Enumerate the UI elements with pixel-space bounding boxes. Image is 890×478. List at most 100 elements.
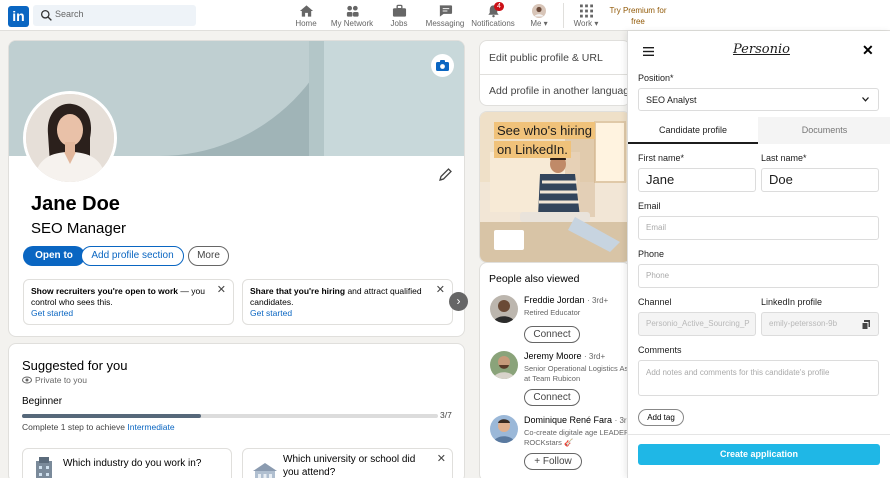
top-nav: in Search Home My Network Jobs Messaging… <box>0 0 890 31</box>
person-name[interactable]: Freddie Jordan · 3rd+ <box>524 295 608 305</box>
more-button[interactable]: More <box>188 246 229 266</box>
hiring-card: Share that you're hiring and attract qua… <box>242 279 453 325</box>
divider <box>628 434 890 435</box>
nav-divider <box>563 3 564 28</box>
profile-photo-image <box>26 94 114 182</box>
person-avatar[interactable] <box>490 295 518 323</box>
avatar <box>532 4 546 18</box>
personio-extension-panel: Personio ✕ Position* SEO Analyst Candida… <box>627 31 890 478</box>
phone-field[interactable]: Phone <box>638 264 879 288</box>
channel-label: Channel <box>638 297 672 307</box>
level-label: Beginner <box>22 396 63 407</box>
profile-card: Jane Doe SEO Manager Open to Add profile… <box>8 40 465 337</box>
progress-hint: Complete 1 step to achieve Intermediate <box>22 422 175 432</box>
connect-button[interactable]: Connect <box>524 389 580 406</box>
edit-intro-icon[interactable] <box>437 167 453 183</box>
privacy-label: Private to you <box>35 375 87 385</box>
close-panel-icon[interactable]: ✕ <box>862 42 874 59</box>
linkedin-logo-icon[interactable]: in <box>8 6 29 27</box>
school-icon <box>253 463 277 478</box>
linkedin-profile-field: emily-petersson-9b <box>761 312 879 336</box>
connection-degree: · 3rd+ <box>587 296 609 305</box>
open-to-work-text: Show recruiters you're open to work <box>31 286 179 296</box>
copy-icon[interactable] <box>862 320 870 330</box>
open-to-work-card: Show recruiters you're open to work — yo… <box>23 279 234 325</box>
industry-question: Which industry do you work in? <box>63 458 202 469</box>
open-to-button[interactable]: Open to <box>23 246 85 266</box>
position-value: SEO Analyst <box>646 95 697 105</box>
nav-jobs-label: Jobs <box>390 19 408 28</box>
person-name-text: Jeremy Moore <box>524 351 582 361</box>
close-icon[interactable]: ✕ <box>436 285 445 296</box>
nav-me[interactable]: Me ▾ <box>526 2 552 30</box>
close-icon[interactable]: ✕ <box>217 285 226 296</box>
nav-notifications[interactable]: 4 Notifications <box>470 2 516 30</box>
suggested-title: Suggested for you <box>22 358 128 373</box>
ad-headline-line2: on LinkedIn. <box>494 141 571 158</box>
first-name-label: First name* <box>638 153 685 163</box>
search-placeholder: Search <box>55 9 84 19</box>
person-name[interactable]: Jeremy Moore · 3rd+ <box>524 351 605 361</box>
person-avatar[interactable] <box>490 415 518 443</box>
add-tag-button[interactable]: Add tag <box>638 409 684 426</box>
progress-count: 3/7 <box>440 410 452 420</box>
nav-work-label: Work ▾ <box>573 19 599 28</box>
nav-my-network[interactable]: My Network <box>330 2 374 30</box>
personio-logo: Personio <box>733 42 790 57</box>
eye-icon <box>22 376 32 384</box>
panel-tabs: Candidate profile Documents <box>628 117 890 144</box>
position-label: Position* <box>638 73 674 83</box>
edit-public-profile-link[interactable]: Edit public profile & URL <box>489 52 603 64</box>
person-avatar[interactable] <box>490 351 518 379</box>
add-language-profile-link[interactable]: Add profile in another language <box>489 85 635 97</box>
comments-textarea[interactable]: Add notes and comments for this candidat… <box>638 360 879 396</box>
search-input[interactable]: Search <box>33 5 196 26</box>
nav-messaging[interactable]: Messaging <box>424 2 466 30</box>
get-started-link[interactable]: Get started <box>31 308 73 319</box>
ad-headline-line1: See who's hiring <box>494 122 595 139</box>
notification-badge: 4 <box>494 2 504 11</box>
person-name[interactable]: Dominique René Fara · 3rd+ <box>524 415 636 425</box>
nav-home-label: Home <box>295 19 317 28</box>
add-profile-section-button[interactable]: Add profile section <box>81 246 184 266</box>
nav-messaging-label: Messaging <box>425 19 465 28</box>
close-icon[interactable]: ✕ <box>437 452 446 465</box>
nav-jobs[interactable]: Jobs <box>386 2 412 30</box>
tab-candidate-profile[interactable]: Candidate profile <box>628 117 758 144</box>
school-question-card[interactable]: Which university or school did you atten… <box>242 448 453 478</box>
search-icon <box>40 9 52 21</box>
intermediate-link[interactable]: Intermediate <box>127 422 174 432</box>
nav-notifications-label: Notifications <box>471 19 515 28</box>
home-icon <box>299 5 313 17</box>
create-application-button[interactable]: Create application <box>638 444 880 465</box>
network-icon <box>346 5 359 17</box>
person-title: Senior Operational Logistics As... at Te… <box>524 364 634 383</box>
nav-my-network-label: My Network <box>330 19 374 28</box>
nav-home[interactable]: Home <box>292 2 320 30</box>
position-select[interactable]: SEO Analyst <box>638 88 879 111</box>
divider <box>480 74 632 75</box>
connect-button[interactable]: Connect <box>524 326 580 343</box>
edit-banner-button[interactable] <box>431 54 454 77</box>
hiring-ad[interactable]: See who's hiring on LinkedIn. <box>479 111 631 263</box>
first-name-field[interactable]: Jane <box>638 168 756 192</box>
profile-photo[interactable] <box>23 91 117 185</box>
people-also-viewed-title: People also viewed <box>489 273 580 285</box>
hiring-text: Share that you're hiring <box>250 286 346 296</box>
person-name-text: Freddie Jordan <box>524 295 585 305</box>
briefcase-icon <box>392 4 406 17</box>
channel-field: Personio_Active_Sourcing_P <box>638 312 756 336</box>
try-premium-link[interactable]: Try Premium for free <box>606 5 670 27</box>
profile-name: Jane Doe <box>31 193 120 215</box>
comments-label: Comments <box>638 345 682 355</box>
industry-question-card[interactable]: Which industry do you work in? <box>22 448 232 478</box>
nav-work[interactable]: Work ▾ <box>570 2 602 30</box>
email-field[interactable]: Email <box>638 216 879 240</box>
tab-documents[interactable]: Documents <box>758 117 890 144</box>
menu-icon[interactable] <box>643 47 654 56</box>
follow-button[interactable]: + Follow <box>524 453 582 470</box>
carousel-next-button[interactable]: › <box>449 292 468 311</box>
linkedin-profile-value: emily-petersson-9b <box>769 319 838 328</box>
last-name-field[interactable]: Doe <box>761 168 879 192</box>
get-started-link[interactable]: Get started <box>250 308 292 319</box>
